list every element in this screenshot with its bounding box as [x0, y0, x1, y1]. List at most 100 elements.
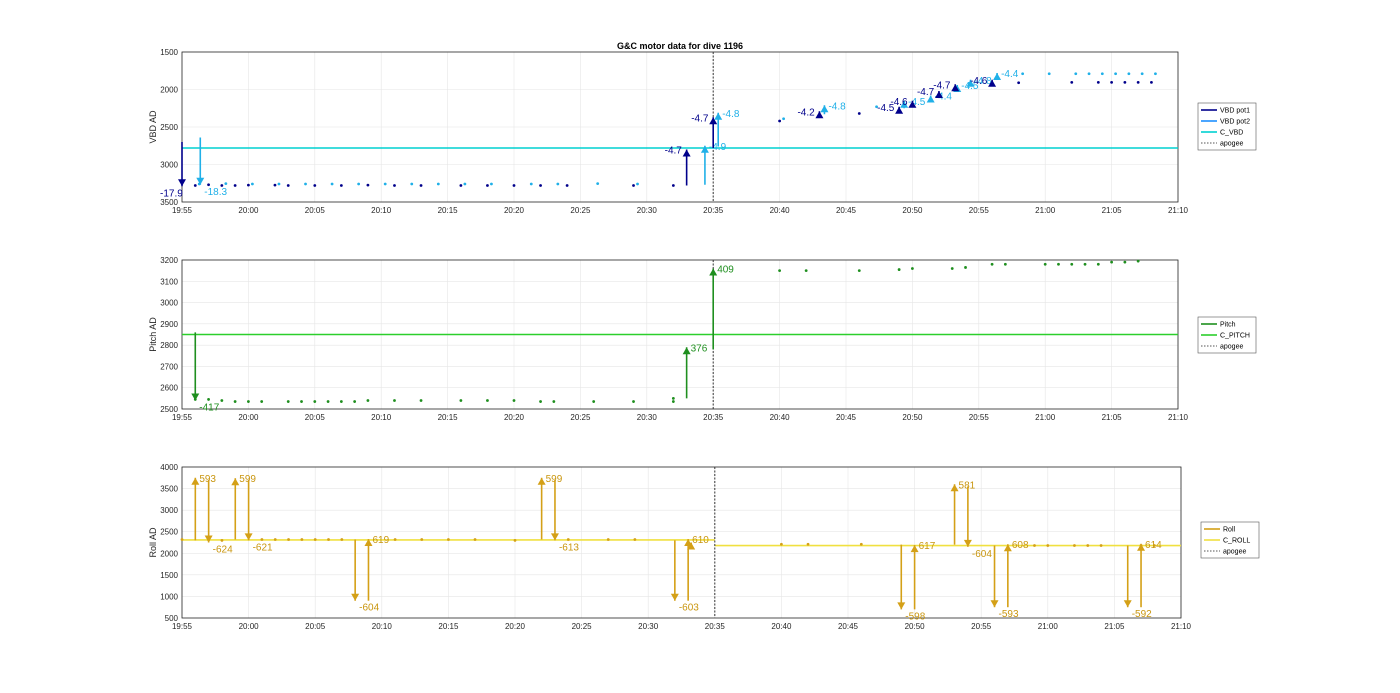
pitch-data-point	[1096, 262, 1100, 266]
pitch-data-point	[300, 400, 303, 403]
pitch-data-point	[632, 400, 635, 403]
roll-xtick-label: 20:10	[372, 622, 393, 631]
pitch-xtick-label: 20:25	[570, 413, 591, 422]
pitch-data-point	[286, 400, 290, 403]
vbd-data-point	[277, 182, 281, 186]
pitch-ytick-label: 3100	[160, 277, 178, 286]
pitch-xtick-label: 20:40	[770, 413, 791, 422]
pitch-xtick-label: 19:55	[172, 413, 193, 422]
pitch-data-point	[233, 400, 237, 403]
pitch-legend-label: apogee	[1220, 344, 1243, 351]
vbd-ytick-label: 2000	[160, 86, 178, 95]
pitch-panel: 19:55 20:00 20:05 20:10 20:15 20:20 20:25 20:30…	[148, 256, 1257, 422]
pitch-data-point	[778, 269, 781, 273]
pitch-xtick-label: 20:30	[637, 413, 658, 422]
vbd-data-point	[383, 182, 387, 186]
roll-data-point	[287, 538, 290, 541]
roll-legend-label: Roll	[1223, 527, 1236, 534]
vbd-data-point	[247, 183, 250, 187]
roll-xtick-label: 20:30	[638, 622, 659, 631]
vbd-move-label: -4.7	[665, 146, 683, 157]
roll-data-point	[420, 538, 424, 541]
pitch-xtick-label: 20:35	[703, 413, 724, 422]
vbd-data-point	[1074, 72, 1078, 76]
vbd-data-point	[330, 182, 334, 186]
roll-move-label: -592	[1132, 609, 1152, 620]
vbd-data-point	[632, 184, 635, 187]
vbd-move-label: -4.7	[917, 87, 935, 98]
pitch-data-point	[1110, 260, 1113, 264]
vbd-data-point	[1110, 80, 1113, 84]
motor-data-figure: G&C motor data for dive 1196 19:55 20:00 2…	[148, 41, 1260, 631]
chart-panels: 19:55 20:00 20:05 20:10 20:15 20:20 20:25 20:30…	[148, 48, 1260, 631]
roll-ytick-label: 1000	[160, 592, 178, 601]
pitch-xtick-label: 20:55	[969, 413, 990, 422]
vbd-legend: VBD pot1 VBD pot2 C_VBDapogee	[1197, 102, 1257, 151]
roll-ytick-label: 1500	[160, 571, 178, 580]
pitch-xtick-label: 21:05	[1102, 413, 1123, 422]
pitch-move-label: -417	[199, 402, 219, 413]
vbd-legend-label: VBD pot1	[1220, 108, 1250, 115]
vbd-data-point	[251, 182, 254, 186]
pitch-data-point	[353, 400, 357, 403]
vbd-data-point	[1100, 72, 1104, 76]
vbd-xtick-label: 20:05	[305, 206, 326, 215]
vbd-xtick-label: 20:40	[770, 206, 791, 215]
vbd-data-point	[304, 182, 307, 186]
pitch-ytick-label: 2700	[160, 362, 178, 371]
vbd-data-point	[1070, 80, 1074, 84]
vbd-data-point	[410, 182, 414, 186]
vbd-data-point	[193, 184, 197, 187]
pitch-data-point	[1083, 262, 1087, 266]
pitch-xtick-label: 20:50	[902, 413, 923, 422]
pitch-data-point	[260, 400, 264, 403]
pitch-data-point	[207, 398, 210, 401]
roll-data-point	[327, 538, 330, 541]
roll-data-point	[273, 538, 277, 541]
roll-xtick-label: 20:45	[838, 622, 859, 631]
vbd-ytick-label: 2500	[160, 123, 178, 132]
vbd-move-label: -17.9	[160, 188, 183, 199]
pitch-data-point	[459, 399, 463, 402]
vbd-data-point	[1136, 80, 1140, 84]
pitch-legend-label: C_PITCH	[1220, 333, 1250, 340]
vbd-data-point	[1123, 80, 1127, 84]
vbd-data-point	[556, 182, 560, 186]
vbd-data-point	[1140, 72, 1144, 76]
pitch-legend-label: Pitch	[1220, 322, 1236, 329]
roll-move-label: -604	[359, 603, 379, 614]
roll-move-label: 617	[919, 541, 936, 552]
vbd-data-point	[419, 184, 423, 187]
vbd-ylabel: VBD AD	[148, 110, 158, 144]
pitch-data-point	[313, 400, 317, 403]
vbd-data-point	[339, 184, 343, 187]
roll-data-point	[606, 538, 610, 541]
pitch-xtick-label: 20:45	[836, 413, 857, 422]
vbd-move-label: -4.7	[691, 113, 709, 124]
pitch-xtick-label: 21:00	[1035, 413, 1056, 422]
vbd-move-label: -18.3	[204, 187, 227, 198]
vbd-data-point	[273, 183, 277, 187]
roll-ytick-label: 4000	[160, 463, 178, 472]
pitch-data-point	[671, 400, 675, 403]
roll-data-point	[780, 542, 783, 546]
pitch-data-point	[326, 400, 330, 403]
vbd-xtick-label: 20:20	[504, 206, 525, 215]
pitch-data-point	[1136, 259, 1140, 263]
pitch-data-point	[897, 268, 901, 271]
figure-title: G&C motor data for dive 1196	[617, 41, 743, 51]
roll-xtick-label: 20:35	[705, 622, 726, 631]
roll-data-point	[1086, 544, 1090, 547]
pitch-data-point	[804, 269, 808, 273]
vbd-data-point	[1087, 72, 1091, 76]
vbd-legend-label: VBD pot2	[1220, 119, 1250, 126]
pitch-data-point	[857, 269, 861, 273]
pitch-xtick-label: 20:15	[438, 413, 459, 422]
pitch-data-point	[990, 262, 994, 266]
vbd-xtick-label: 21:00	[1035, 206, 1056, 215]
vbd-move-label: -4.8	[828, 101, 846, 112]
vbd-data-point	[539, 184, 542, 187]
vbd-xtick-label: 20:55	[969, 206, 990, 215]
vbd-data-point	[436, 182, 440, 186]
vbd-move-label: -4.7	[933, 80, 951, 91]
